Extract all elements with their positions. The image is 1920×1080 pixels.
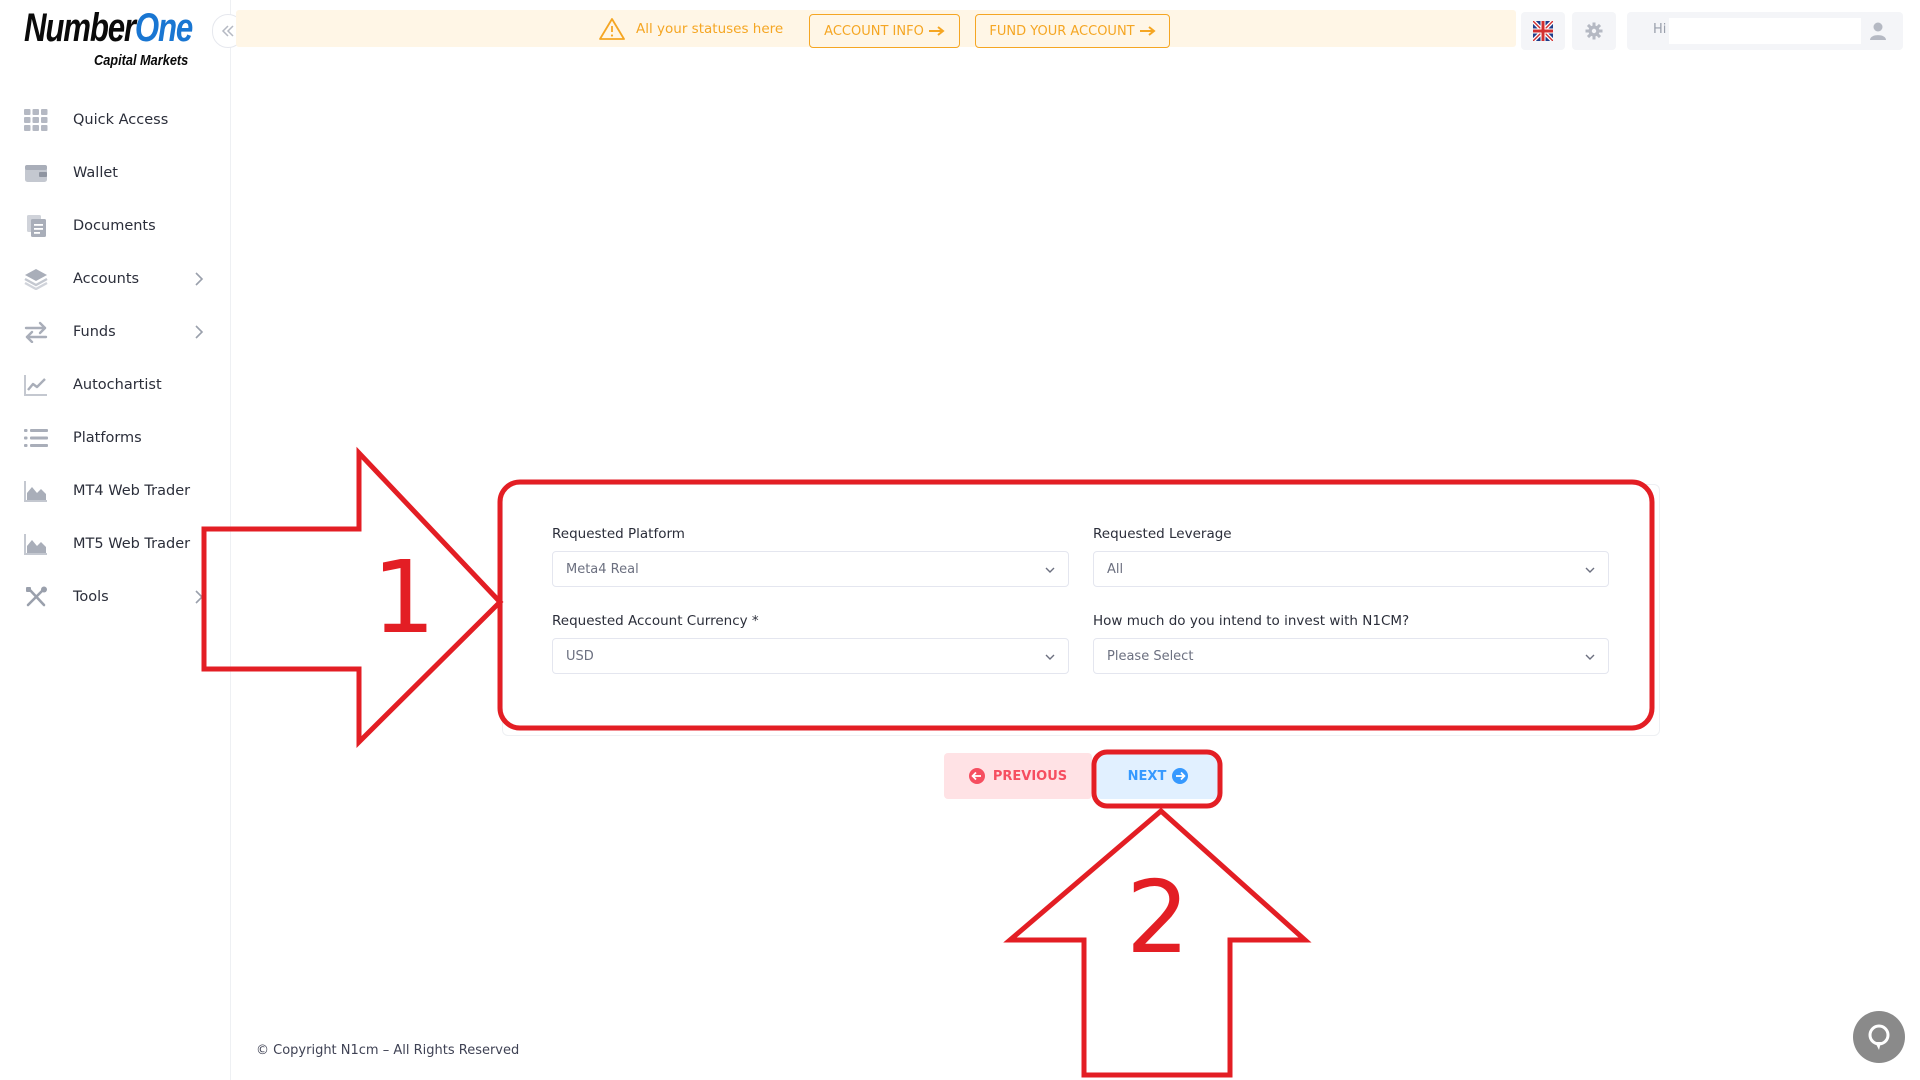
leverage-label: Requested Leverage (1093, 526, 1232, 542)
account-info-label: ACCOUNT INFO (824, 23, 924, 39)
uk-flag-icon (1533, 21, 1553, 41)
chat-bubble-icon (1868, 1024, 1890, 1050)
chevron-down-icon (1585, 567, 1595, 573)
list-icon (24, 429, 48, 447)
currency-label: Requested Account Currency * (552, 613, 759, 629)
platform-select-value: Meta4 Real (566, 561, 639, 577)
sidebar-item-autochartist[interactable]: Autochartist (0, 363, 229, 407)
sidebar-item-mt4-web-trader[interactable]: MT4 Web Trader (0, 469, 229, 513)
brand-name-part1: Number (24, 6, 136, 50)
sidebar-item-label: MT4 Web Trader (73, 483, 191, 499)
line-chart-icon (24, 375, 47, 396)
sidebar-item-label: Platforms (73, 430, 142, 446)
area-chart-icon (24, 534, 47, 555)
annotation-number-2: 2 (1126, 859, 1190, 976)
sidebar-item-label: Documents (73, 218, 156, 234)
sidebar-item-label: MT5 Web Trader (73, 536, 191, 552)
leverage-select-value: All (1107, 561, 1124, 577)
sidebar-item-accounts[interactable]: Accounts (0, 257, 229, 301)
brand-name-part2: One (134, 6, 193, 50)
sidebar-item-label: Tools (73, 589, 109, 605)
documents-icon (27, 215, 46, 237)
currency-select[interactable]: USD (552, 638, 1069, 674)
sidebar-item-wallet[interactable]: Wallet (0, 151, 229, 195)
invest-amount-select[interactable]: Please Select (1093, 638, 1609, 674)
chevron-down-icon (1585, 654, 1595, 660)
sidebar-item-label: Funds (73, 324, 116, 340)
chevron-right-icon (195, 590, 204, 604)
previous-button[interactable]: PREVIOUS (944, 753, 1092, 799)
sidebar-item-label: Accounts (73, 271, 140, 287)
leverage-select[interactable]: All (1093, 551, 1609, 587)
arrow-right-circle-icon (1172, 768, 1189, 784)
sidebar-item-platforms[interactable]: Platforms (0, 416, 229, 460)
chevron-right-icon (195, 272, 204, 286)
sidebar-item-tools[interactable]: Tools (0, 575, 229, 619)
arrow-right-icon (1139, 26, 1156, 36)
chevron-down-icon (1045, 567, 1055, 573)
gear-icon (1585, 22, 1603, 40)
status-notice-text[interactable]: All your statuses here (636, 21, 783, 37)
fund-account-button[interactable]: FUND YOUR ACCOUNT (975, 14, 1170, 48)
user-icon (1870, 22, 1886, 40)
double-chevron-left-icon (221, 25, 234, 37)
platform-label: Requested Platform (552, 526, 685, 542)
invest-amount-select-value: Please Select (1107, 648, 1194, 664)
brand-logo[interactable]: NumberOne Capital Markets (24, 6, 193, 69)
transfer-arrows-icon (24, 321, 48, 343)
area-chart-icon (24, 481, 47, 502)
sidebar-item-mt5-web-trader[interactable]: MT5 Web Trader (0, 522, 229, 566)
next-button[interactable]: NEXT (1097, 753, 1219, 799)
annotation-number-1: 1 (372, 539, 436, 656)
tools-icon (26, 586, 47, 607)
account-info-button[interactable]: ACCOUNT INFO (809, 14, 960, 48)
sidebar-item-label: Autochartist (73, 377, 162, 393)
next-button-label: NEXT (1127, 768, 1167, 784)
user-name-redacted (1669, 18, 1861, 44)
chevron-right-icon (195, 325, 204, 339)
grid-icon (24, 109, 48, 131)
invest-amount-label: How much do you intend to invest with N1… (1093, 613, 1410, 629)
sidebar-item-quick-access[interactable]: Quick Access (0, 98, 229, 142)
sidebar-item-funds[interactable]: Funds (0, 310, 229, 354)
brand-subtitle: Capital Markets (94, 52, 189, 69)
user-greeting: Hi (1653, 22, 1667, 37)
sidebar-item-documents[interactable]: Documents (0, 204, 229, 248)
warning-icon (599, 18, 625, 40)
currency-select-value: USD (566, 648, 594, 664)
sidebar-item-label: Quick Access (73, 112, 169, 128)
platform-select[interactable]: Meta4 Real (552, 551, 1069, 587)
language-selector[interactable] (1521, 12, 1565, 50)
layers-icon (24, 269, 48, 290)
sidebar-item-label: Wallet (73, 165, 118, 181)
fund-account-label: FUND YOUR ACCOUNT (989, 23, 1135, 39)
settings-button[interactable] (1572, 12, 1616, 50)
arrow-left-circle-icon (968, 768, 985, 784)
user-menu[interactable]: Hi (1627, 12, 1903, 50)
sidebar: NumberOne Capital Markets Quick Access W… (0, 0, 231, 1080)
chevron-down-icon (1045, 654, 1055, 660)
previous-button-label: PREVIOUS (992, 768, 1068, 784)
annotation-arrow-right (201, 446, 504, 749)
arrow-right-icon (928, 26, 945, 36)
wallet-icon (25, 165, 47, 182)
footer-copyright: © Copyright N1cm – All Rights Reserved (256, 1043, 520, 1058)
account-request-form (502, 484, 1660, 736)
chat-widget-button[interactable] (1853, 1011, 1905, 1063)
